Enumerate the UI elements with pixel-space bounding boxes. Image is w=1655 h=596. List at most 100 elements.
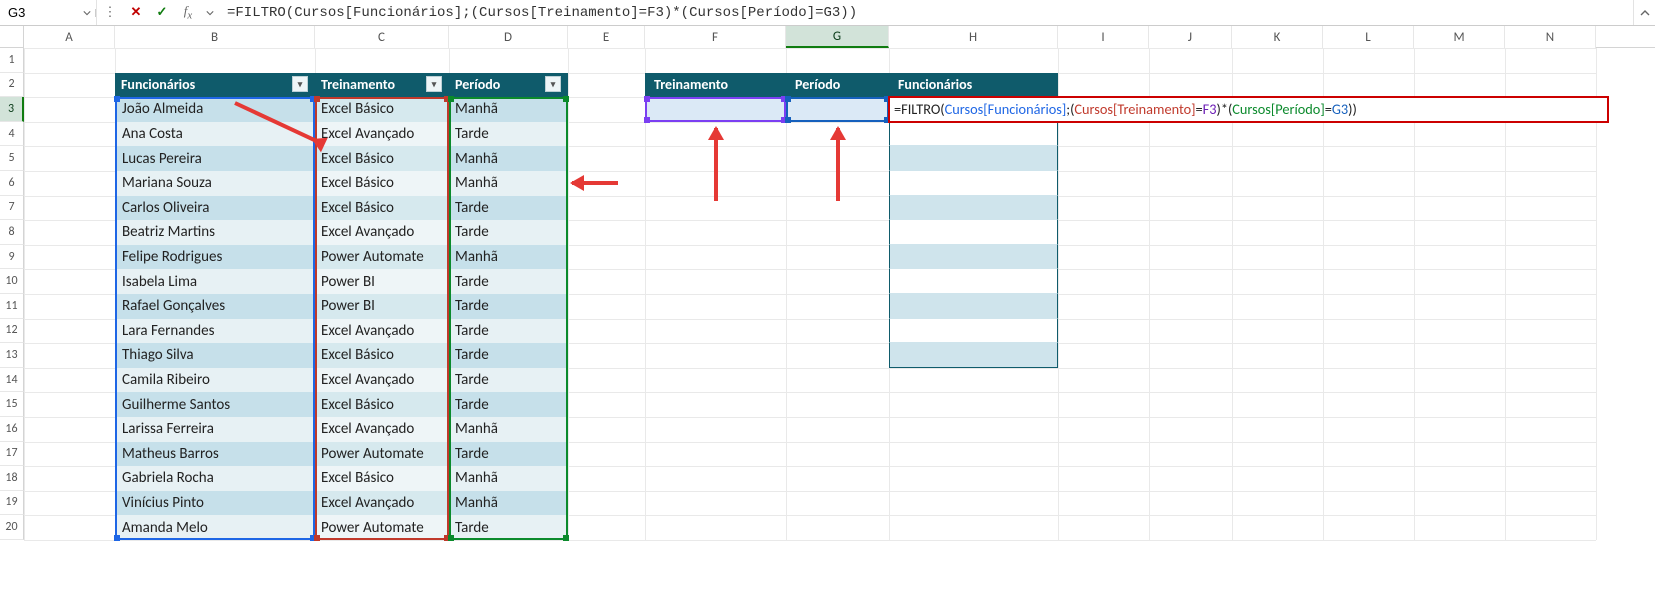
output-cell-H7[interactable] (889, 196, 1058, 221)
output-cell-H5[interactable] (889, 146, 1058, 171)
cell-B18[interactable]: Gabriela Rocha (115, 466, 315, 491)
cell-C9[interactable]: Power Automate (315, 245, 449, 270)
cell-B3[interactable]: João Almeida (115, 97, 315, 122)
cell-D11[interactable]: Tarde (449, 294, 568, 319)
cell-C18[interactable]: Excel Básico (315, 466, 449, 491)
cell-C10[interactable]: Power BI (315, 269, 449, 294)
cell-B12[interactable]: Lara Fernandes (115, 319, 315, 344)
col-header-C[interactable]: C (315, 26, 449, 48)
col-header-D[interactable]: D (449, 26, 568, 48)
fx-button[interactable]: fx (175, 0, 201, 25)
cell-D3[interactable]: Manhã (449, 97, 568, 122)
col-header-N[interactable]: N (1505, 26, 1596, 48)
row-header-20[interactable]: 20 (0, 515, 24, 540)
cell-C20[interactable]: Power Automate (315, 515, 449, 540)
output-cell-H13[interactable] (889, 343, 1058, 368)
cell-B4[interactable]: Ana Costa (115, 122, 315, 147)
cell-D8[interactable]: Tarde (449, 220, 568, 245)
row-header-5[interactable]: 5 (0, 146, 24, 171)
cell-B10[interactable]: Isabela Lima (115, 269, 315, 294)
col-header-F[interactable]: F (645, 26, 786, 48)
cell-C13[interactable]: Excel Básico (315, 343, 449, 368)
cell-D14[interactable]: Tarde (449, 368, 568, 393)
col-header-K[interactable]: K (1232, 26, 1323, 48)
name-box[interactable] (0, 0, 96, 25)
select-all-corner[interactable] (0, 26, 24, 47)
cell-C19[interactable]: Excel Avançado (315, 491, 449, 516)
row-header-15[interactable]: 15 (0, 392, 24, 417)
col-header-E[interactable]: E (568, 26, 645, 48)
cell-D12[interactable]: Tarde (449, 319, 568, 344)
cell-D19[interactable]: Manhã (449, 491, 568, 516)
cell-D7[interactable]: Tarde (449, 196, 568, 221)
row-header-7[interactable]: 7 (0, 196, 24, 221)
cell-D9[interactable]: Manhã (449, 245, 568, 270)
cell-B13[interactable]: Thiago Silva (115, 343, 315, 368)
cell-C4[interactable]: Excel Avançado (315, 122, 449, 147)
row-header-1[interactable]: 1 (0, 48, 24, 73)
cell-B5[interactable]: Lucas Pereira (115, 146, 315, 171)
col-header-A[interactable]: A (24, 26, 115, 48)
row-header-2[interactable]: 2 (0, 73, 24, 98)
cell-D20[interactable]: Tarde (449, 515, 568, 540)
row-header-4[interactable]: 4 (0, 122, 24, 147)
row-header-11[interactable]: 11 (0, 294, 24, 319)
col-header-I[interactable]: I (1058, 26, 1149, 48)
enter-button[interactable]: ✓ (149, 0, 175, 25)
col-header-B[interactable]: B (115, 26, 315, 48)
cell-C8[interactable]: Excel Avançado (315, 220, 449, 245)
cell-C16[interactable]: Excel Avançado (315, 417, 449, 442)
cell-C11[interactable]: Power BI (315, 294, 449, 319)
cell-D6[interactable]: Manhã (449, 171, 568, 196)
cell-D10[interactable]: Tarde (449, 269, 568, 294)
cell-C5[interactable]: Excel Básico (315, 146, 449, 171)
cell-D13[interactable]: Tarde (449, 343, 568, 368)
row-header-12[interactable]: 12 (0, 319, 24, 344)
worksheet[interactable]: ABCDEFGHIJKLMN 1234567891011121314151617… (0, 26, 1655, 596)
criteria-input-treinamento[interactable] (645, 97, 786, 122)
formula-edit-overlay[interactable]: =FILTRO(Cursos[Funcionários];(Cursos[Tre… (888, 96, 1609, 123)
cell-B15[interactable]: Guilherme Santos (115, 392, 315, 417)
filter-dropdown-icon[interactable]: ▾ (292, 76, 308, 92)
col-header-L[interactable]: L (1323, 26, 1414, 48)
cell-C7[interactable]: Excel Básico (315, 196, 449, 221)
output-cell-H8[interactable] (889, 220, 1058, 245)
cell-B7[interactable]: Carlos Oliveira (115, 196, 315, 221)
col-header-M[interactable]: M (1414, 26, 1505, 48)
expand-formula-bar-button[interactable] (1633, 0, 1655, 25)
criteria-input-periodo[interactable] (786, 97, 889, 122)
cell-C12[interactable]: Excel Avançado (315, 319, 449, 344)
cell-B19[interactable]: Vinícius Pinto (115, 491, 315, 516)
output-cell-H11[interactable] (889, 294, 1058, 319)
cell-D15[interactable]: Tarde (449, 392, 568, 417)
name-box-input[interactable] (0, 0, 78, 25)
filter-dropdown-icon[interactable]: ▾ (545, 76, 561, 92)
cell-B8[interactable]: Beatriz Martins (115, 220, 315, 245)
row-header-19[interactable]: 19 (0, 491, 24, 516)
row-header-8[interactable]: 8 (0, 220, 24, 245)
cell-C17[interactable]: Power Automate (315, 442, 449, 467)
row-header-14[interactable]: 14 (0, 368, 24, 393)
col-header-G[interactable]: G (786, 26, 889, 48)
cell-D4[interactable]: Tarde (449, 122, 568, 147)
filter-dropdown-icon[interactable]: ▾ (426, 76, 442, 92)
cell-B20[interactable]: Amanda Melo (115, 515, 315, 540)
cell-C3[interactable]: Excel Básico (315, 97, 449, 122)
cell-B14[interactable]: Camila Ribeiro (115, 368, 315, 393)
cell-B16[interactable]: Larissa Ferreira (115, 417, 315, 442)
cells-area[interactable]: Funcionários▾Treinamento▾Período▾João Al… (24, 48, 1655, 596)
cell-B9[interactable]: Felipe Rodrigues (115, 245, 315, 270)
row-header-13[interactable]: 13 (0, 343, 24, 368)
row-header-17[interactable]: 17 (0, 442, 24, 467)
cell-D5[interactable]: Manhã (449, 146, 568, 171)
cancel-button[interactable]: ✕ (123, 0, 149, 25)
cell-C6[interactable]: Excel Básico (315, 171, 449, 196)
cell-B6[interactable]: Mariana Souza (115, 171, 315, 196)
cell-D18[interactable]: Manhã (449, 466, 568, 491)
row-header-3[interactable]: 3 (0, 97, 24, 122)
cell-D17[interactable]: Tarde (449, 442, 568, 467)
cell-C15[interactable]: Excel Básico (315, 392, 449, 417)
formula-bar-input[interactable]: =FILTRO(Cursos[Funcionários];(Cursos[Tre… (219, 0, 1633, 25)
output-cell-H10[interactable] (889, 269, 1058, 294)
col-header-H[interactable]: H (889, 26, 1058, 48)
